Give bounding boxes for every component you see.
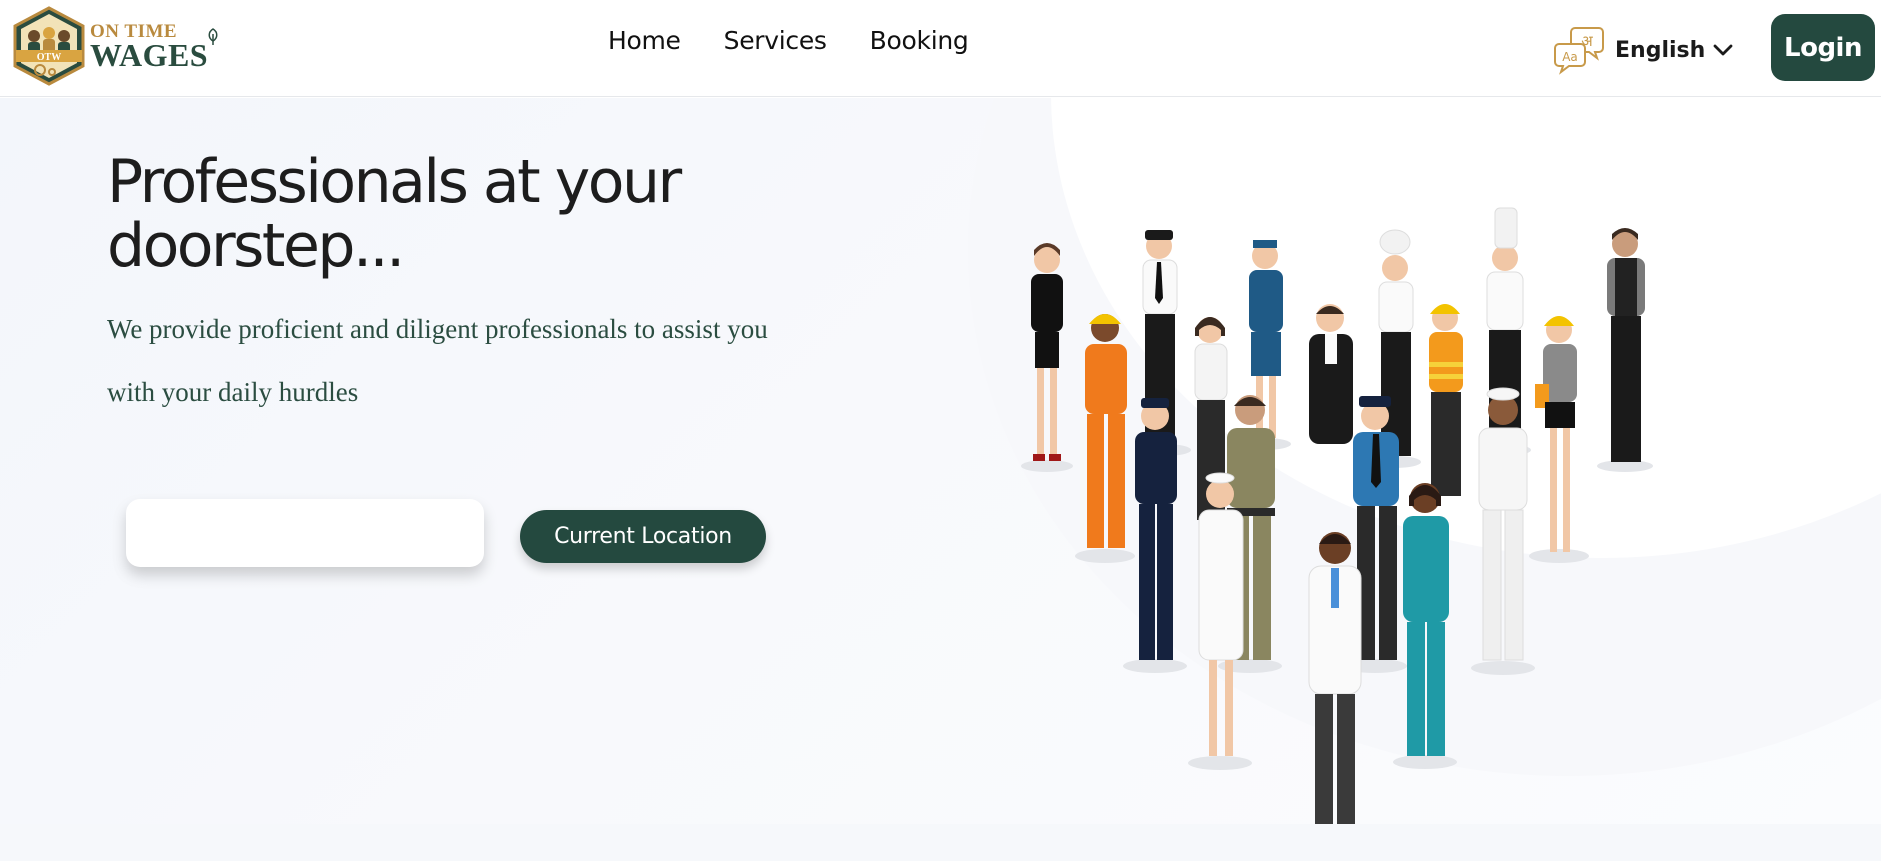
main-nav: Home Services Booking: [608, 26, 1011, 55]
person-construction: [1429, 304, 1463, 496]
nav-home[interactable]: Home: [608, 26, 681, 55]
leaf-icon: [208, 28, 218, 45]
badge-text: OTW: [37, 52, 61, 63]
hero-subtitle: We provide proficient and diligent profe…: [107, 314, 768, 407]
brand-logo[interactable]: OTW ON TIME WAGES: [12, 4, 218, 88]
person-sailor: [1478, 387, 1528, 661]
person-office-woman: [1535, 316, 1577, 552]
person-waiter: [1607, 228, 1645, 462]
person-police-officer-woman: [1135, 398, 1177, 660]
person-nurse: [1198, 472, 1244, 756]
translate-icon: अ Aa: [1554, 27, 1604, 75]
language-label: English: [1615, 37, 1706, 63]
person-receptionist: [1031, 243, 1063, 461]
logo-badge-icon: OTW: [13, 6, 85, 86]
svg-text:Aa: Aa: [1562, 50, 1578, 64]
person-mechanic: [1085, 314, 1127, 548]
section-divider: [0, 824, 1881, 861]
hero-title: Professionals at your doorstep...: [107, 147, 682, 281]
nav-booking[interactable]: Booking: [870, 26, 969, 55]
person-nurse-scrubs: [1403, 483, 1449, 756]
language-selector[interactable]: अ Aa English: [1553, 24, 1733, 76]
logo-line-bottom: WAGES: [90, 36, 209, 73]
current-location-button[interactable]: Current Location: [520, 510, 766, 563]
site-header: OTW ON TIME WAGES Home Services Booking …: [0, 0, 1881, 97]
chevron-down-icon: [1713, 44, 1733, 56]
person-judge: [1309, 304, 1353, 444]
nav-services[interactable]: Services: [724, 26, 827, 55]
location-input[interactable]: [126, 499, 484, 567]
hero-section: Professionals at your doorstep... We pro…: [0, 98, 1881, 861]
login-button[interactable]: Login: [1771, 14, 1875, 81]
professionals-illustration: [1021, 207, 1653, 842]
person-doctor: [1308, 532, 1362, 826]
